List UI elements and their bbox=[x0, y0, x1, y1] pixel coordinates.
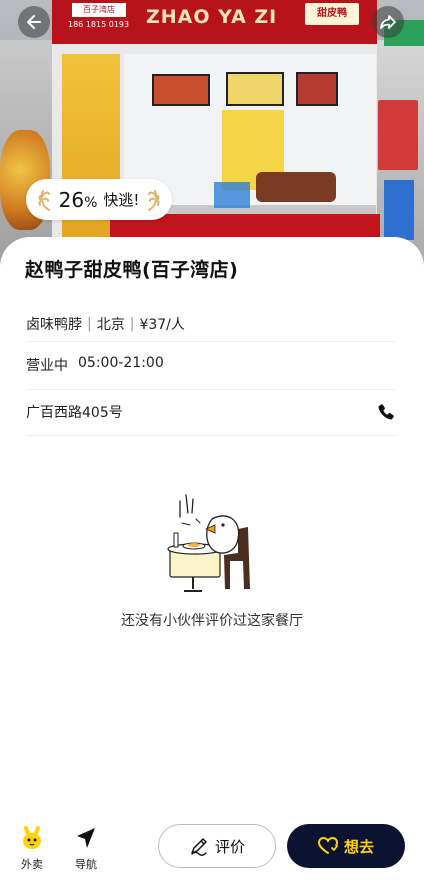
navigate-label: 导航 bbox=[75, 858, 97, 871]
shop-city: 北京 bbox=[96, 317, 125, 333]
shop-meta-row: 卤味鸭脖 | 北京 | ¥37/人 bbox=[26, 314, 185, 334]
photo-signboard: 百子湾店 186 1815 0193 ZHAO YA ZI 甜皮鸭 bbox=[52, 0, 377, 44]
shop-category: 卤味鸭脖 bbox=[26, 317, 82, 333]
back-button[interactable] bbox=[18, 6, 50, 38]
business-status: 营业中 bbox=[26, 358, 68, 374]
signboard-phone: 186 1815 0193 bbox=[68, 20, 130, 29]
pen-icon bbox=[191, 838, 207, 856]
wheat-left-icon bbox=[38, 189, 50, 211]
want-label: 想去 bbox=[343, 837, 374, 856]
signboard-brand: ZHAO YA ZI bbox=[146, 6, 278, 28]
empty-review-message: 还没有小伙伴评价过这家餐厅 bbox=[121, 613, 303, 629]
call-button[interactable] bbox=[374, 400, 398, 424]
share-icon bbox=[380, 15, 396, 29]
phone-icon bbox=[378, 404, 394, 420]
shop-address[interactable]: 广百西路405号 bbox=[26, 402, 123, 422]
photo-menu-screen bbox=[296, 72, 338, 106]
want-to-go-button[interactable]: 想去 bbox=[287, 824, 405, 868]
heart-icon bbox=[317, 837, 338, 854]
shop-info-card: 赵鸭子甜皮鸭(百子湾店) 卤味鸭脖 | 北京 | ¥37/人 营业中 05:00… bbox=[0, 237, 424, 880]
review-label: 评价 bbox=[214, 837, 245, 856]
wheat-right-icon bbox=[148, 189, 160, 211]
meta-separator: | bbox=[87, 316, 92, 332]
divider bbox=[26, 341, 396, 342]
write-review-button[interactable]: 评价 bbox=[158, 824, 276, 868]
takeout-button[interactable]: 外卖 bbox=[12, 826, 52, 872]
empty-review-illustration bbox=[167, 494, 250, 592]
escape-rate-badge: 26% 快逃! bbox=[26, 179, 172, 220]
storefront-photo[interactable]: 百子湾店 186 1815 0193 ZHAO YA ZI 甜皮鸭 bbox=[0, 0, 424, 270]
back-arrow-icon bbox=[27, 15, 41, 29]
escape-rate-value: 26% bbox=[58, 187, 98, 212]
photo-food-display bbox=[256, 172, 336, 202]
photo-menu-screen bbox=[152, 74, 210, 106]
shop-name: 赵鸭子甜皮鸭(百子湾店) bbox=[25, 259, 239, 281]
takeout-label: 外卖 bbox=[21, 858, 43, 871]
takeout-mascot-icon bbox=[23, 826, 41, 849]
photo-drinks bbox=[214, 182, 250, 208]
photo-blue-sign bbox=[384, 180, 414, 240]
escape-rate-label: 快逃! bbox=[103, 191, 140, 209]
share-button[interactable] bbox=[372, 6, 404, 38]
navigation-arrow-icon bbox=[77, 828, 95, 848]
meta-separator: | bbox=[129, 316, 135, 332]
business-hours: 05:00-21:00 bbox=[78, 355, 164, 371]
business-hours-row: 营业中 05:00-21:00 bbox=[26, 355, 164, 375]
navigate-button[interactable]: 导航 bbox=[66, 826, 106, 872]
signboard-branch-tag: 百子湾店 bbox=[72, 3, 126, 17]
divider bbox=[26, 389, 396, 390]
shop-price: ¥37/人 bbox=[139, 317, 185, 333]
signboard-right-label: 甜皮鸭 bbox=[305, 3, 359, 25]
divider bbox=[26, 435, 396, 436]
photo-menu-screen bbox=[226, 72, 284, 106]
photo-red-sign bbox=[378, 100, 418, 170]
